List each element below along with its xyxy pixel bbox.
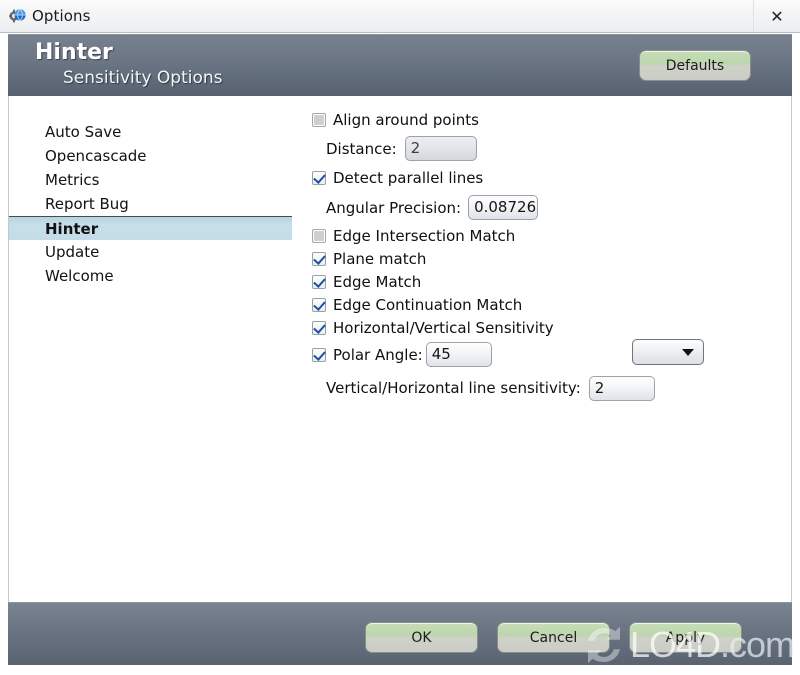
edge-match-checkbox[interactable] (312, 274, 326, 289)
polar-angle-checkbox[interactable] (312, 347, 326, 362)
horizontal-vertical-sensitivity-label: Horizontal/Vertical Sensitivity (333, 318, 554, 337)
sidebar-item-update[interactable]: Update (9, 240, 292, 264)
sidebar: Auto Save Opencascade Metrics Report Bug… (9, 120, 292, 288)
sidebar-item-label: Welcome (45, 267, 114, 285)
close-button[interactable]: ✕ (753, 0, 800, 32)
sidebar-item-label: Auto Save (45, 123, 122, 141)
defaults-button[interactable]: Defaults (639, 50, 751, 81)
angular-precision-input[interactable]: 0.087266 (468, 195, 539, 220)
cancel-button[interactable]: Cancel (497, 622, 610, 653)
apply-button[interactable]: Apply (629, 622, 742, 653)
edge-intersection-match-label: Edge Intersection Match (333, 226, 516, 245)
page-subtitle: Sensitivity Options (63, 68, 223, 88)
footer-bar: OK Cancel Apply (8, 602, 792, 665)
detect-parallel-lines-checkbox[interactable] (312, 170, 326, 185)
close-icon: ✕ (770, 6, 784, 26)
polar-unit-select[interactable] (632, 339, 704, 365)
options-window: Options ✕ Hinter Sensitivity Options Def… (0, 0, 800, 675)
sidebar-item-label: Update (45, 243, 100, 261)
sidebar-item-label: Hinter (45, 219, 99, 238)
plane-match-row: Plane match (312, 247, 782, 270)
polar-angle-input[interactable]: 45 (425, 342, 492, 367)
vh-line-sensitivity-input[interactable]: 2 (588, 375, 655, 401)
edge-continuation-match-label: Edge Continuation Match (333, 295, 523, 314)
sidebar-item-hinter[interactable]: Hinter (9, 216, 292, 240)
edge-continuation-match-row: Edge Continuation Match (312, 293, 782, 316)
distance-input[interactable]: 2 (404, 136, 477, 161)
angular-precision-label: Angular Precision: (326, 198, 462, 217)
options-group: Align around points Distance: 2 Detect p… (312, 106, 782, 406)
distance-row: Distance: 2 (312, 133, 782, 164)
edge-match-label: Edge Match (333, 272, 422, 291)
ok-button[interactable]: OK (365, 622, 478, 653)
app-globe-gear-icon (9, 7, 27, 25)
polar-angle-label: Polar Angle: (333, 345, 423, 364)
sidebar-item-label: Report Bug (45, 195, 129, 213)
edge-match-row: Edge Match (312, 270, 782, 293)
sidebar-item-auto-save[interactable]: Auto Save (9, 120, 292, 144)
align-around-points-label: Align around points (333, 110, 479, 129)
edge-continuation-match-checkbox[interactable] (312, 297, 326, 312)
plane-match-label: Plane match (333, 249, 427, 268)
sidebar-item-label: Metrics (45, 171, 100, 189)
chevron-down-icon (682, 349, 694, 356)
angular-precision-row: Angular Precision: 0.087266 (312, 191, 782, 224)
distance-label: Distance: (326, 139, 397, 158)
page-header: Hinter Sensitivity Options Defaults (8, 34, 792, 96)
sidebar-item-label: Opencascade (45, 147, 147, 165)
horizontal-vertical-sensitivity-checkbox[interactable] (312, 320, 326, 335)
sidebar-item-report-bug[interactable]: Report Bug (9, 192, 292, 216)
edge-intersection-match-row: Edge Intersection Match (312, 224, 782, 247)
horizontal-vertical-sensitivity-row: Horizontal/Vertical Sensitivity (312, 316, 782, 339)
detect-parallel-lines-row: Detect parallel lines (312, 164, 782, 191)
vh-line-sensitivity-row: Vertical/Horizontal line sensitivity: 2 (312, 370, 782, 406)
window-title: Options (32, 7, 91, 25)
plane-match-checkbox[interactable] (312, 251, 326, 266)
sidebar-item-opencascade[interactable]: Opencascade (9, 144, 292, 168)
sidebar-item-metrics[interactable]: Metrics (9, 168, 292, 192)
content-panel: Auto Save Opencascade Metrics Report Bug… (8, 96, 792, 602)
polar-angle-row: Polar Angle: 45 (312, 339, 782, 370)
edge-intersection-match-checkbox[interactable] (312, 228, 326, 243)
align-around-points-row: Align around points (312, 106, 782, 133)
title-bar: Options ✕ (0, 0, 800, 33)
page-title: Hinter (35, 40, 113, 65)
vh-line-sensitivity-label: Vertical/Horizontal line sensitivity: (326, 379, 581, 397)
sidebar-item-welcome[interactable]: Welcome (9, 264, 292, 288)
detect-parallel-lines-label: Detect parallel lines (333, 168, 484, 187)
align-around-points-checkbox[interactable] (312, 112, 326, 127)
